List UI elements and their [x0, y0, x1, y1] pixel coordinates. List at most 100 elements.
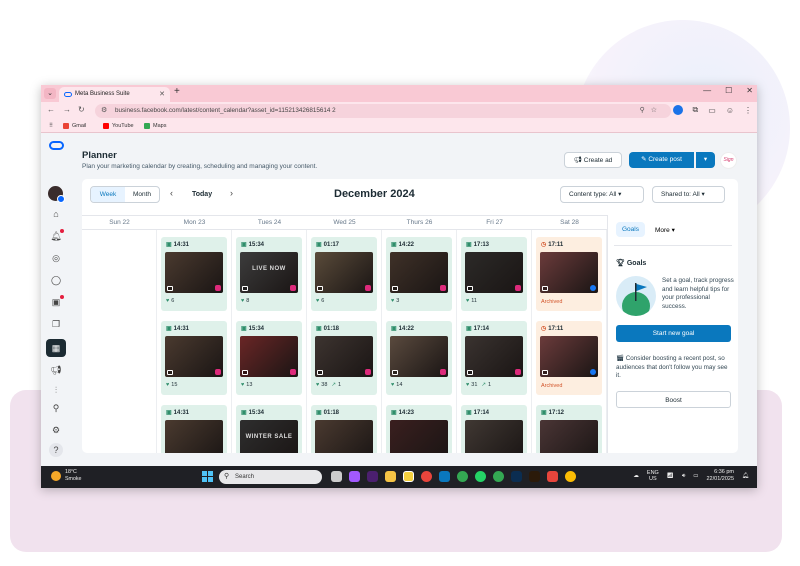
weather-widget[interactable]: 18°C Smoke: [51, 469, 82, 482]
tab-search-dropdown-icon[interactable]: ⌄: [44, 88, 56, 99]
post-card[interactable]: ▣ 15:34 WINTER SALE: [236, 405, 302, 453]
post-stats: ♥ 3: [391, 298, 399, 304]
planner-calendar-icon[interactable]: ▦: [46, 339, 66, 357]
back-icon[interactable]: ←: [47, 105, 55, 114]
post-card[interactable]: ▣ 01:18 ♥ 38 ↗ 1: [311, 321, 377, 395]
boost-button[interactable]: Boost: [616, 391, 731, 408]
today-button[interactable]: Today: [192, 191, 212, 198]
clock[interactable]: 6:36 pm 22/01/2025: [706, 469, 734, 483]
windows-start-icon[interactable]: [202, 471, 213, 482]
task-view-icon[interactable]: [331, 471, 342, 482]
post-card[interactable]: ▣ 15:34 ♥ 13: [236, 321, 302, 395]
apps-icon[interactable]: ⠿: [49, 123, 53, 129]
meta-logo-icon[interactable]: [49, 141, 64, 150]
battery-icon[interactable]: ▭: [693, 473, 698, 479]
chrome-profile-icon[interactable]: [457, 471, 468, 482]
reload-icon[interactable]: ↻: [78, 105, 85, 114]
schedule-icon: ▣: [466, 326, 472, 332]
tab-close-icon[interactable]: ✕: [159, 87, 165, 102]
instagram-icon: [440, 369, 446, 375]
post-card[interactable]: ▣ 17:14: [461, 405, 527, 453]
prev-week-icon[interactable]: ‹: [170, 188, 173, 198]
settings-gear-icon[interactable]: ⚙: [49, 423, 63, 437]
premiere-icon[interactable]: [367, 471, 378, 482]
create-post-label: Create post: [648, 156, 682, 163]
search-icon[interactable]: ⚲: [49, 401, 63, 415]
browser-tab[interactable]: Meta Business Suite ✕: [59, 87, 170, 102]
ads-megaphone-icon[interactable]: 📢︎: [49, 363, 63, 377]
language-indicator[interactable]: ENG US: [647, 470, 659, 483]
illustrator-icon[interactable]: [529, 471, 540, 482]
region: US: [649, 476, 657, 483]
zoom-and-bookmark-icons[interactable]: ⚲☆: [640, 104, 663, 118]
inbox-icon[interactable]: ◯: [49, 273, 63, 287]
post-card[interactable]: ▣ 14:31 ♥ 15: [161, 321, 227, 395]
post-card[interactable]: ▣ 01:17 ♥ 6: [311, 237, 377, 311]
home-icon[interactable]: ⌂: [49, 207, 63, 221]
chrome-alt-icon[interactable]: [493, 471, 504, 482]
create-post-button[interactable]: ✎ Create post: [629, 152, 694, 168]
maximize-icon[interactable]: ☐: [725, 86, 732, 95]
chrome-active-icon[interactable]: [565, 471, 576, 482]
bookmark-gmail[interactable]: Gmail: [63, 123, 86, 129]
bookmark-maps[interactable]: Maps: [144, 123, 166, 129]
address-bar[interactable]: ⚙ business.facebook.com/latest/content_c…: [95, 104, 671, 118]
post-card[interactable]: ▣ 17:13 ♥ 11: [461, 237, 527, 311]
close-window-icon[interactable]: ✕: [746, 86, 753, 95]
minimize-icon[interactable]: —: [703, 86, 711, 95]
post-card[interactable]: ▣ 14:23: [386, 405, 452, 453]
post-card[interactable]: ▣ 17:14 ♥ 31 ↗ 1: [461, 321, 527, 395]
post-card[interactable]: ▣ 17:12: [536, 405, 602, 453]
month-view-button[interactable]: Month: [125, 187, 159, 202]
app-icon[interactable]: [439, 471, 450, 482]
post-card[interactable]: ▣ 14:31 ♥ 6: [161, 237, 227, 311]
compass-icon[interactable]: ◎: [49, 251, 63, 265]
insights-icon[interactable]: ⫶: [49, 383, 63, 397]
taskbar-search[interactable]: ⚲ Search: [219, 470, 322, 484]
week-view-button[interactable]: Week: [91, 187, 125, 202]
post-card[interactable]: ▣ 14:22 ♥ 14: [386, 321, 452, 395]
post-card[interactable]: ◷ 17:11 Archived: [536, 321, 602, 395]
start-new-goal-button[interactable]: Start new goal: [616, 325, 731, 342]
cloud-icon[interactable]: ☁: [633, 473, 639, 479]
new-tab-icon[interactable]: +: [174, 86, 180, 97]
tab-goals[interactable]: Goals: [616, 222, 645, 237]
shared-to-select[interactable]: Shared to: All ▾: [652, 186, 725, 203]
site-info-icon[interactable]: ⚙: [101, 104, 107, 118]
shared-to-label: Shared to: All: [661, 191, 700, 198]
facebook-icon: [590, 369, 596, 375]
sidebar-icon[interactable]: ▭: [708, 106, 716, 115]
file-explorer-icon[interactable]: [385, 471, 396, 482]
chrome-icon[interactable]: [421, 471, 432, 482]
next-week-icon[interactable]: ›: [230, 188, 233, 198]
puzzle-icon[interactable]: ⧉: [693, 105, 699, 115]
content-type-select[interactable]: Content type: All ▾: [560, 186, 644, 203]
extension-icon[interactable]: [672, 105, 683, 115]
app-red-icon[interactable]: [547, 471, 558, 482]
profile-icon[interactable]: ☺: [726, 106, 734, 115]
forward-icon[interactable]: →: [63, 105, 71, 114]
post-card[interactable]: ◷ 17:11 Archived: [536, 237, 602, 311]
volume-icon[interactable]: 🔊︎: [682, 473, 685, 480]
tab-more[interactable]: More ▾: [655, 226, 675, 234]
post-card[interactable]: ▣ 01:18: [311, 405, 377, 453]
create-ad-button[interactable]: 📢︎ Create ad: [564, 152, 622, 168]
account-avatar[interactable]: [48, 186, 65, 203]
bookmark-youtube[interactable]: YouTube: [103, 123, 134, 129]
photoshop-icon[interactable]: [511, 471, 522, 482]
share-icon: ↗: [481, 382, 486, 388]
post-card[interactable]: ▣ 15:34 LIVE NOW ♥ 8: [236, 237, 302, 311]
brand-avatar[interactable]: Sign: [720, 152, 737, 169]
figma-icon[interactable]: [349, 471, 360, 482]
help-icon[interactable]: ?: [49, 443, 63, 457]
sticky-notes-icon[interactable]: [403, 471, 414, 482]
notification-bell-icon[interactable]: 🔔︎: [742, 473, 749, 479]
post-card[interactable]: ▣ 14:22 ♥ 3: [386, 237, 452, 311]
wifi-icon[interactable]: 📶︎: [667, 473, 674, 479]
right-panel-tabs: Goals More ▾: [616, 222, 675, 237]
menu-icon[interactable]: ⋮: [744, 106, 752, 115]
whatsapp-icon[interactable]: [475, 471, 486, 482]
create-post-dropdown-icon[interactable]: ▾: [696, 152, 715, 168]
post-card[interactable]: ▣ 14:31: [161, 405, 227, 453]
stack-icon[interactable]: ❐: [49, 317, 63, 331]
